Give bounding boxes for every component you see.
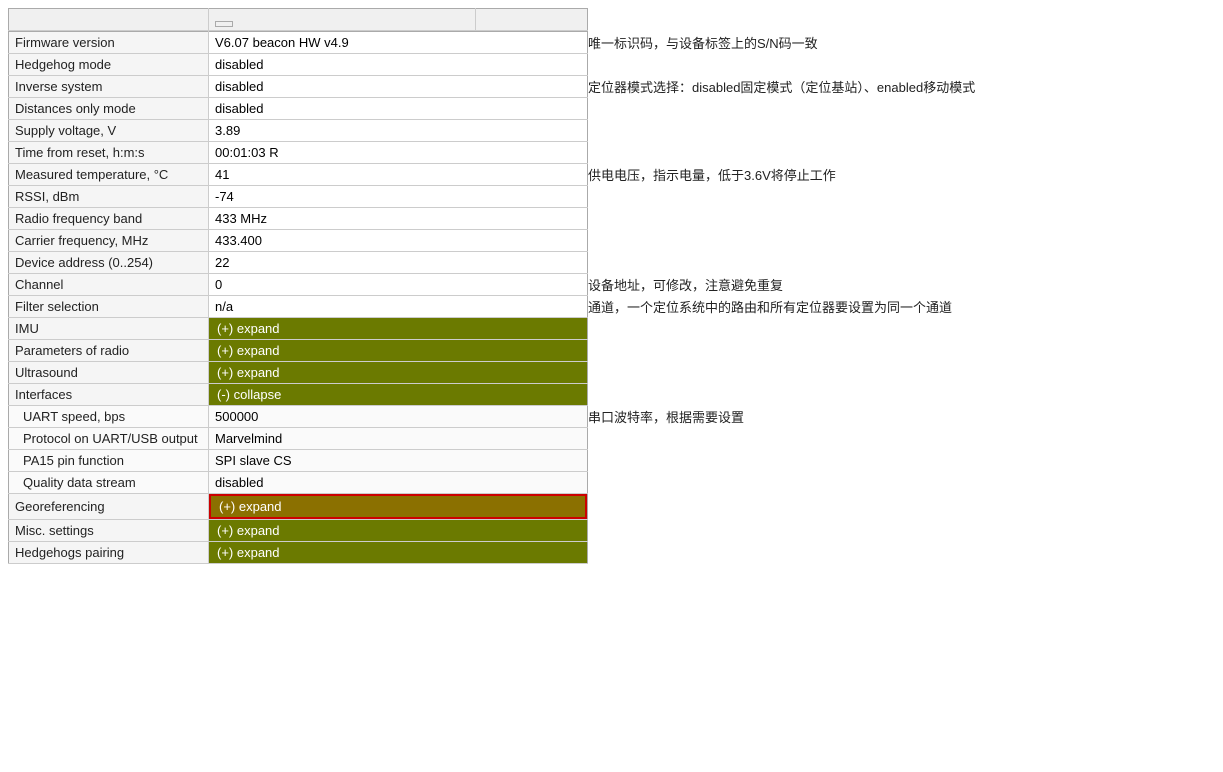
left-panel: Firmware versionV6.07 beacon HW v4.9Hedg…: [8, 8, 588, 564]
row-value[interactable]: (+) expand: [209, 340, 588, 362]
row-label: Time from reset, h:m:s: [9, 142, 209, 164]
table-row: Parameters of radio(+) expand: [9, 340, 588, 362]
collapse-button[interactable]: (-) collapse: [209, 384, 587, 405]
row-label: RSSI, dBm: [9, 186, 209, 208]
row-value: disabled: [209, 98, 588, 120]
row-value: V6.07 beacon HW v4.9: [209, 32, 588, 54]
table-row: Supply voltage, V3.89: [9, 120, 588, 142]
note-text: 设备地址，可修改，注意避免重复: [588, 274, 1215, 297]
row-label: Protocol on UART/USB output: [9, 428, 209, 450]
row-value[interactable]: (+) expand: [209, 318, 588, 340]
expand-button[interactable]: (+) expand: [209, 318, 587, 339]
row-label: Distances only mode: [9, 98, 209, 120]
info-table: [8, 8, 588, 31]
table-row: Firmware versionV6.07 beacon HW v4.9: [9, 32, 588, 54]
expand-button-georef[interactable]: (+) expand: [209, 494, 587, 519]
row-value: 433 MHz: [209, 208, 588, 230]
table-row: Quality data streamdisabled: [9, 472, 588, 494]
note-text: 定位器模式选择：disabled固定模式（定位基站）、enabled移动模式: [588, 76, 1215, 99]
row-label: Ultrasound: [9, 362, 209, 384]
row-value[interactable]: (+) expand: [209, 362, 588, 384]
row-value: 500000: [209, 406, 588, 428]
row-value: 0: [209, 274, 588, 296]
row-label: PA15 pin function: [9, 450, 209, 472]
row-value[interactable]: (-) collapse: [209, 384, 588, 406]
row-label: Measured temperature, °C: [9, 164, 209, 186]
table-row: Measured temperature, °C41: [9, 164, 588, 186]
note-text: 串口波特率，根据需要设置: [588, 406, 1215, 429]
row-value: 41: [209, 164, 588, 186]
row-value: disabled: [209, 54, 588, 76]
row-value: 22: [209, 252, 588, 274]
copy-btn-cell: [209, 9, 476, 31]
table-row: UART speed, bps500000: [9, 406, 588, 428]
row-label: Georeferencing: [9, 494, 209, 520]
table-row: Carrier frequency, MHz433.400: [9, 230, 588, 252]
row-label: Firmware version: [9, 32, 209, 54]
table-row: IMU(+) expand: [9, 318, 588, 340]
row-value: 433.400: [209, 230, 588, 252]
row-label: Misc. settings: [9, 520, 209, 542]
table-row: RSSI, dBm-74: [9, 186, 588, 208]
table-row: Interfaces(-) collapse: [9, 384, 588, 406]
table-row: Device address (0..254)22: [9, 252, 588, 274]
table-row: Hedgehog modedisabled: [9, 54, 588, 76]
cpu-id-label: [9, 9, 209, 31]
table-row: Georeferencing(+) expand: [9, 494, 588, 520]
row-label: Hedgehogs pairing: [9, 542, 209, 564]
row-value[interactable]: (+) expand: [209, 520, 588, 542]
row-label: UART speed, bps: [9, 406, 209, 428]
note-text: 唯一标识码，与设备标签上的S/N码一致: [588, 32, 1215, 55]
expand-button[interactable]: (+) expand: [209, 362, 587, 383]
table-row: Time from reset, h:m:s00:01:03 R: [9, 142, 588, 164]
expand-button[interactable]: (+) expand: [209, 520, 587, 541]
data-table: Firmware versionV6.07 beacon HW v4.9Hedg…: [8, 31, 588, 564]
row-value: n/a: [209, 296, 588, 318]
row-label: Radio frequency band: [9, 208, 209, 230]
cpu-id-value: [476, 9, 588, 31]
row-value: SPI slave CS: [209, 450, 588, 472]
expand-button[interactable]: (+) expand: [209, 340, 587, 361]
row-label: Filter selection: [9, 296, 209, 318]
row-value: 00:01:03 R: [209, 142, 588, 164]
row-label: Carrier frequency, MHz: [9, 230, 209, 252]
row-label: IMU: [9, 318, 209, 340]
table-row: Filter selectionn/a: [9, 296, 588, 318]
note-text: 供电电压，指示电量，低于3.6V将停止工作: [588, 164, 1215, 187]
right-panel: 唯一标识码，与设备标签上的S/N码一致定位器模式选择：disabled固定模式（…: [588, 8, 1215, 564]
row-value: 3.89: [209, 120, 588, 142]
row-label: Inverse system: [9, 76, 209, 98]
table-row: Inverse systemdisabled: [9, 76, 588, 98]
row-value[interactable]: (+) expand: [209, 494, 588, 520]
row-label: Supply voltage, V: [9, 120, 209, 142]
table-row: Channel0: [9, 274, 588, 296]
header-row: [9, 9, 588, 31]
table-row: Protocol on UART/USB outputMarvelmind: [9, 428, 588, 450]
row-label: Channel: [9, 274, 209, 296]
row-label: Quality data stream: [9, 472, 209, 494]
table-row: Ultrasound(+) expand: [9, 362, 588, 384]
row-value[interactable]: (+) expand: [209, 542, 588, 564]
row-label: Device address (0..254): [9, 252, 209, 274]
row-value: Marvelmind: [209, 428, 588, 450]
copy-to-clipboard-button[interactable]: [215, 21, 233, 27]
expand-button[interactable]: (+) expand: [209, 542, 587, 563]
row-label: Hedgehog mode: [9, 54, 209, 76]
row-label: Parameters of radio: [9, 340, 209, 362]
table-row: PA15 pin functionSPI slave CS: [9, 450, 588, 472]
row-value: disabled: [209, 472, 588, 494]
row-value: disabled: [209, 76, 588, 98]
table-row: Hedgehogs pairing(+) expand: [9, 542, 588, 564]
table-row: Distances only modedisabled: [9, 98, 588, 120]
row-label: Interfaces: [9, 384, 209, 406]
row-value: -74: [209, 186, 588, 208]
table-row: Radio frequency band433 MHz: [9, 208, 588, 230]
table-row: Misc. settings(+) expand: [9, 520, 588, 542]
note-text: 通道，一个定位系统中的路由和所有定位器要设置为同一个通道: [588, 296, 1215, 319]
